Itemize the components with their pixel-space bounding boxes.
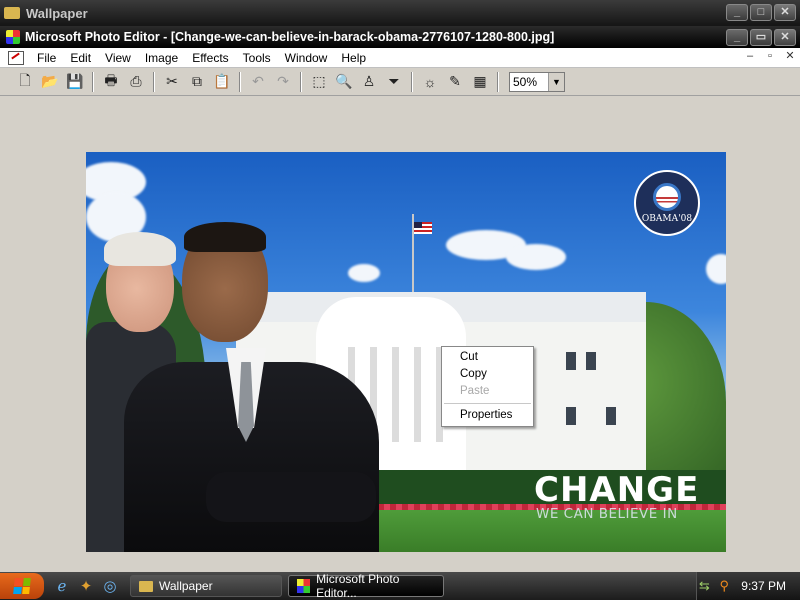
internet-explorer-icon[interactable]: ℯ [52,576,72,596]
filter-icon[interactable]: ⏷ [383,71,405,93]
flag [414,222,432,234]
copy-icon[interactable]: ⧉ [186,71,208,93]
maximize-button[interactable]: □ [750,4,772,21]
toolbar-separator [92,71,94,92]
context-menu-cut[interactable]: Cut [442,349,533,366]
cloud [348,264,380,282]
menu-edit[interactable]: Edit [63,51,98,65]
toolbar-separator [239,71,241,92]
paste-icon[interactable]: 📋 [211,71,233,93]
window-pane [566,352,576,370]
rising-sun-icon [653,182,681,211]
toolbar-separator [497,71,499,92]
new-icon[interactable]: 🗋 [14,71,36,93]
print-icon[interactable]: 🖶 [100,71,122,93]
window-pane [566,407,576,425]
toolbar: 🗋 📂 💾 🖶 ⎙ ✂ ⧉ 📋 ↶ ↷ ⬚ 🔍 ♙ ⏷ ☼ ✎ ▦ 50% ▼ [0,68,800,96]
doc-close-button[interactable]: ✕ [782,50,798,64]
wallpaper-window-title: Wallpaper [26,5,88,21]
doc-minimize-button[interactable]: – [742,50,758,64]
app-minimize-button[interactable]: _ [726,29,748,46]
photo-editor-window: Microsoft Photo Editor - [Change-we-can-… [0,26,800,572]
start-button[interactable] [0,573,44,599]
save-icon[interactable]: 💾 [64,71,86,93]
context-menu-properties[interactable]: Properties [442,407,533,424]
menu-effects[interactable]: Effects [185,51,235,65]
task-label: Wallpaper [159,579,213,593]
toolbar-separator [153,71,155,92]
toolbar-separator [411,71,413,92]
folder-icon [4,7,20,19]
taskbar-task-wallpaper[interactable]: Wallpaper [130,575,282,597]
cut-icon[interactable]: ✂ [161,71,183,93]
menu-bar: File Edit View Image Effects Tools Windo… [0,48,800,68]
document-icon[interactable] [8,50,24,65]
doc-restore-button[interactable]: ▫ [762,50,778,64]
zoom-select[interactable]: 50% ▼ [509,71,565,92]
app-restore-button[interactable]: ▭ [750,29,772,46]
photo-editor-icon [297,579,311,593]
windows-logo-icon [13,578,31,594]
context-menu: Cut Copy Paste Properties [441,346,534,427]
undo-icon[interactable]: ↶ [247,71,269,93]
context-menu-separator [444,403,531,404]
context-menu-copy[interactable]: Copy [442,366,533,383]
menu-view[interactable]: View [98,51,138,65]
scan-icon[interactable]: ⎙ [125,71,147,93]
messenger-icon[interactable]: ◎ [100,576,120,596]
media-player-icon[interactable]: ✦ [76,576,96,596]
menu-help[interactable]: Help [334,51,373,65]
desktop: Wallpaper _ □ ✕ Microsoft Photo Editor -… [0,0,800,600]
menu-tools[interactable]: Tools [236,51,278,65]
toolbar-separator [300,71,302,92]
folder-icon [139,580,153,592]
image-canvas[interactable]: OBAMA'08 CHANGE WE CAN BELIEVE IN [86,152,726,552]
cloud [506,244,566,270]
column [414,347,421,442]
task-label: Microsoft Photo Editor... [316,572,400,600]
headline-text: CHANGE [534,470,700,510]
obama-hair [184,222,266,252]
biden-hair [104,232,176,266]
column [392,347,399,442]
close-button[interactable]: ✕ [774,4,796,21]
wallpaper-window-titlebar[interactable]: Wallpaper _ □ ✕ [0,0,800,26]
cloud [706,254,726,284]
workspace: OBAMA'08 CHANGE WE CAN BELIEVE IN [0,98,800,572]
app-close-button[interactable]: ✕ [774,29,796,46]
window-title: Microsoft Photo Editor - [Change-we-can-… [25,30,555,44]
menu-image[interactable]: Image [138,51,185,65]
campaign-logo: OBAMA'08 [634,170,700,236]
subline-text: WE CAN BELIEVE IN [536,506,678,522]
search-icon[interactable]: ⚲ [717,579,731,593]
window-pane [586,352,596,370]
zoom-value: 50% [513,74,538,89]
context-menu-paste: Paste [460,385,490,397]
photo-editor-icon [6,30,20,44]
redo-icon[interactable]: ↷ [272,71,294,93]
window-pane [606,407,616,425]
properties-icon[interactable]: ▦ [469,71,491,93]
taskbar-task-photo-editor[interactable]: Microsoft Photo Editor... [288,572,444,600]
chevron-down-icon[interactable]: ▼ [548,72,564,91]
menu-window[interactable]: Window [278,51,335,65]
logo-text: OBAMA'08 [641,213,693,224]
network-icon[interactable]: ⇆ [697,579,711,593]
balance-icon[interactable]: ☼ [419,71,441,93]
smudge-icon[interactable]: ♙ [358,71,380,93]
system-tray: ⇆ ⚲ 9:37 PM [696,572,800,600]
clock[interactable]: 9:37 PM [741,579,786,593]
taskbar: ℯ ✦ ◎ Wallpaper Microsoft Photo Editor..… [0,572,800,600]
retouch-icon[interactable]: ✎ [444,71,466,93]
zoom-icon[interactable]: 🔍 [333,71,355,93]
menu-file[interactable]: File [30,51,63,65]
photo-editor-titlebar[interactable]: Microsoft Photo Editor - [Change-we-can-… [0,26,800,48]
minimize-button[interactable]: _ [726,4,748,21]
select-icon[interactable]: ⬚ [308,71,330,93]
open-icon[interactable]: 📂 [39,71,61,93]
obama-crossed-arms [206,472,376,522]
